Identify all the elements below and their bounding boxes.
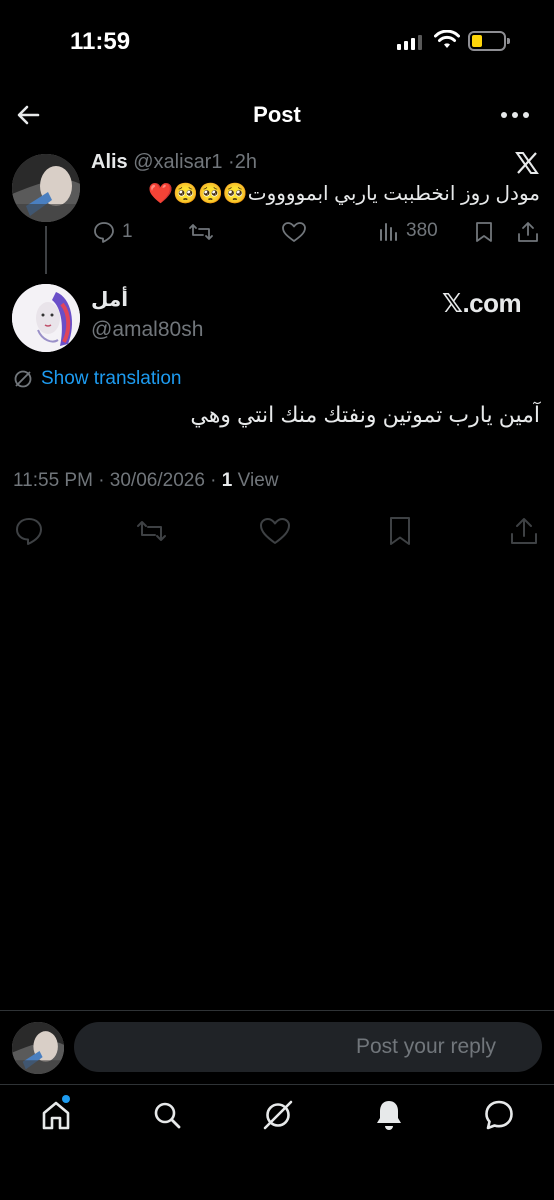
- parent-tweet-text: مودل روز انخطببت ياربي ابمووووت🥺🥺🥺❤️: [148, 183, 540, 205]
- separator: ·: [228, 151, 235, 173]
- parent-time-ago: 2h: [234, 151, 257, 173]
- views-chart-icon: [380, 223, 397, 241]
- repost-icon[interactable]: [188, 220, 214, 244]
- parent-action-row: 1 380: [0, 220, 554, 248]
- parent-author-name[interactable]: Alis: [91, 151, 128, 173]
- x-com-watermark: 𝕏.com: [442, 288, 522, 318]
- parent-author-handle[interactable]: @xalisar1: [133, 151, 222, 173]
- status-time: 11:59: [70, 28, 131, 55]
- reply-action-row: [0, 514, 554, 548]
- tweet-view-count: 1: [221, 470, 233, 491]
- bookmark-icon[interactable]: [473, 220, 495, 244]
- reply-input[interactable]: [74, 1022, 542, 1072]
- reply-author-name[interactable]: أمل: [91, 287, 128, 312]
- header: Post: [0, 90, 554, 140]
- battery-icon: [468, 31, 510, 51]
- translate-globe-icon: [14, 370, 32, 388]
- reply-author-handle[interactable]: @amal80sh: [91, 318, 203, 342]
- like-heart-icon[interactable]: [258, 514, 292, 548]
- x-logo-icon: [515, 152, 539, 174]
- reply-action[interactable]: 1: [92, 220, 133, 244]
- reply-count: 1: [122, 221, 133, 242]
- cellular-signal-icon: [397, 34, 422, 50]
- grok-icon[interactable]: [261, 1098, 295, 1132]
- divider: [0, 1084, 554, 1085]
- parent-avatar[interactable]: [12, 154, 80, 222]
- page-title: Post: [253, 102, 301, 127]
- tweet-view-label: View: [232, 470, 279, 491]
- tweet-timestamp: 11:55 PM · 30/06/2026 ·: [13, 470, 222, 491]
- view-count: 380: [406, 220, 438, 241]
- views-action[interactable]: 380: [378, 220, 438, 242]
- status-bar: 11:59: [0, 0, 554, 86]
- bookmark-icon[interactable]: [383, 514, 417, 548]
- more-horizontal-icon[interactable]: [498, 102, 532, 128]
- reply-icon[interactable]: [12, 514, 46, 548]
- share-icon[interactable]: [516, 220, 540, 244]
- divider: [0, 1010, 554, 1011]
- home-indicator: [0, 1180, 554, 1200]
- search-icon[interactable]: [150, 1098, 184, 1132]
- messages-icon[interactable]: [482, 1098, 516, 1132]
- notifications-bell-icon[interactable]: [372, 1098, 406, 1132]
- reply-tweet-text: آمين يارب تموتين ونفتك منك انتي وهي: [190, 402, 540, 427]
- show-translation-label: Show translation: [41, 368, 182, 389]
- home-icon[interactable]: [39, 1098, 73, 1132]
- share-icon[interactable]: [507, 514, 541, 548]
- tweet-meta: 11:55 PM · 30/06/2026 · 1 View: [13, 470, 278, 492]
- reply-avatar[interactable]: [12, 284, 80, 352]
- wifi-icon: [434, 30, 460, 48]
- home-notification-dot: [62, 1095, 70, 1103]
- repost-icon[interactable]: [134, 514, 168, 548]
- show-translation-link[interactable]: Show translation: [13, 368, 181, 390]
- reply-icon: [94, 222, 114, 243]
- like-heart-icon[interactable]: [281, 220, 307, 244]
- parent-name-row: Alis @xalisar1 ·2h: [91, 151, 257, 174]
- current-user-avatar[interactable]: [12, 1022, 64, 1074]
- bottom-navigation: [0, 1094, 554, 1144]
